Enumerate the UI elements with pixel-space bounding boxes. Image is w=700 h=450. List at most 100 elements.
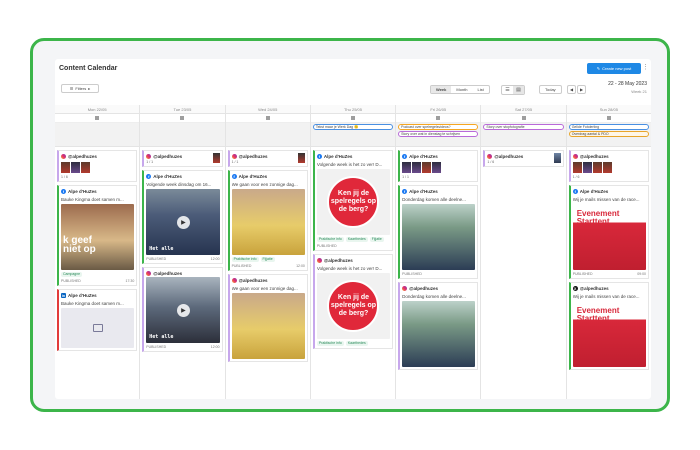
note-icon (436, 116, 441, 120)
view-month[interactable]: Month (451, 86, 472, 93)
add-note-bar[interactable] (566, 114, 651, 123)
notes-area[interactable] (225, 123, 310, 147)
post-card[interactable]: f Alpe d'HuZes Donderdag komen alle deeln… (398, 185, 479, 279)
image-icon (92, 324, 103, 332)
date-range: 22 - 28 May 2023 (608, 81, 647, 87)
post-image: Ken jij de spelregels op de berg? (316, 273, 391, 339)
add-note-bar[interactable] (225, 114, 310, 123)
note-pill[interactable]: Story over wat in dienstag te schrijven (398, 131, 479, 137)
add-note-bar[interactable] (396, 114, 481, 123)
post-card[interactable]: f Alpe d'HuZes 1 / 1 (398, 150, 479, 182)
tag: Kaarthedes (345, 237, 368, 242)
facebook-icon: f (316, 154, 322, 159)
tag: Praktische info (231, 257, 259, 262)
tag: Praktische info (316, 237, 344, 242)
post-card[interactable]: f Alpe d'HuZes Volgende week is het zo ve… (312, 150, 394, 251)
tag: Campagne (61, 272, 83, 277)
tag: Fijjatie (369, 237, 384, 242)
instagram-icon (487, 154, 493, 159)
day-header: Mon 22/05 (55, 105, 140, 114)
tag: Fijjatie (260, 257, 275, 262)
add-note-bar[interactable] (140, 114, 225, 123)
post-card[interactable]: @alpedhuzes We gaan voor een zonnige dag… (227, 274, 308, 362)
filters-button[interactable]: ☰ Filters ▸ (61, 84, 99, 93)
today-button[interactable]: Today (539, 85, 562, 94)
post-card[interactable]: @alpedhuzes 1 / 1 (142, 150, 223, 167)
post-image: Evenement Starttent (572, 301, 646, 367)
note-icon (180, 116, 185, 120)
post-image: Evenement Starttent (572, 204, 646, 270)
post-card[interactable]: @alpedhuzes Donderdag komen alle deelne.… (398, 282, 479, 370)
thumbnail-strip (61, 162, 134, 173)
instagram-icon (402, 286, 408, 291)
post-thumbnail (553, 153, 561, 163)
note-icon (265, 116, 270, 120)
layout-toggle: ☰ ▤ (501, 85, 525, 95)
day-column-fri: Fri 26/05 Podcast over spelregelsvideos?… (395, 105, 481, 399)
note-icon (521, 116, 526, 120)
post-card[interactable]: @alpedhuzes 1 / 6 (483, 150, 564, 167)
list-layout-icon[interactable]: ☰ (502, 86, 513, 94)
facebook-icon: f (402, 189, 408, 194)
post-card[interactable]: @alpedhuzes ▶ Het alle PUBLISHED 12:00 (142, 267, 223, 352)
post-video: ▶ Het alle (146, 277, 220, 343)
thumbnail-strip (402, 162, 475, 173)
create-post-button[interactable]: ✎ Create new post (587, 63, 641, 74)
thumbnail-strip (572, 162, 646, 173)
compact-layout-icon[interactable]: ▤ (513, 86, 524, 94)
post-card[interactable]: @alpedhuzes 1 / 6 (568, 150, 649, 182)
notes-area[interactable]: Podcast over spelregelsvideos? Story ove… (396, 123, 481, 147)
chevron-right-icon: ▸ (88, 86, 91, 91)
play-icon[interactable]: ▶ (176, 216, 190, 229)
note-pill[interactable]: Podcast over spelregelsvideos? (398, 124, 479, 130)
post-card[interactable]: f Alpe d'HuZes Bauke Kingma doet samen m.… (57, 185, 138, 286)
add-note-bar[interactable] (481, 114, 566, 123)
post-card[interactable]: f Alpe d'HuZes Wij je mails missen van de… (568, 185, 649, 279)
notes-area[interactable]: Gelide Fotolerling Overdrag aantal & PDO (566, 123, 651, 147)
play-icon[interactable]: ▶ (176, 304, 190, 317)
instagram-icon (231, 278, 237, 283)
day-column-mon: Mon 22/05 @alpedhuzes 1 / 6 f Alpe d'HuZe… (55, 105, 140, 399)
note-pill[interactable]: Tekst maar je Werk Dag 🙂 (312, 124, 394, 130)
post-card[interactable]: X @alpedhuzes Wij je mails missen van de … (568, 282, 649, 370)
post-image (402, 204, 476, 270)
next-week-icon[interactable]: ▶ (577, 85, 586, 94)
image-overlay-text: k geef niet op (63, 235, 96, 255)
post-card[interactable]: @alpedhuzes Volgende week is het zo ver!… (312, 254, 394, 349)
notes-area[interactable]: Tekst maar je Werk Dag 🙂 (310, 123, 396, 147)
post-card[interactable]: in Alpe d'HuZes Bauke Kingma doet samen m… (57, 289, 138, 351)
note-pill[interactable]: Gelide Fotolerling (568, 124, 649, 130)
tag: Praktische info (316, 341, 344, 346)
calendar-panel: Content Calendar ✎ Create new post ⋮ ☰ F… (55, 59, 651, 399)
notes-area[interactable] (55, 123, 140, 147)
note-pill[interactable]: Overdrag aantal & PDO (568, 131, 649, 137)
post-card[interactable]: f Alpe d'HuZes We gaan voor een zonnige d… (227, 170, 308, 271)
post-image (402, 301, 476, 367)
post-card[interactable]: f Alpe d'HuZes Volgende week dinsdag om 1… (142, 170, 223, 264)
tag: Kaarthedes (345, 341, 368, 346)
note-icon (95, 116, 100, 120)
post-card[interactable]: @alpedhuzes 1 / 6 (57, 150, 138, 182)
notes-area[interactable] (140, 123, 225, 147)
image-overlay-text: Ken jij de spelregels op de berg? (327, 176, 380, 228)
notes-area[interactable]: Story over stopfotografie (481, 123, 566, 147)
post-card[interactable]: @alpedhuzes 1 / 1 (227, 150, 308, 167)
linkedin-icon: in (61, 293, 66, 298)
facebook-icon: f (231, 174, 237, 179)
view-week[interactable]: Week (431, 86, 452, 93)
day-header: Sat 27/05 (481, 105, 566, 114)
prev-week-icon[interactable]: ◀ (567, 85, 576, 94)
view-list[interactable]: List (473, 86, 489, 93)
filter-icon: ☰ (69, 86, 74, 91)
note-pill[interactable]: Story over stopfotografie (483, 124, 564, 130)
post-image: Ken jij de spelregels op de berg? (316, 169, 391, 235)
view-toggle: Week Month List (430, 85, 490, 94)
add-note-bar[interactable] (55, 114, 140, 123)
day-column-sun: Sun 28/05 Gelide Fotolerling Overdrag aa… (565, 105, 651, 399)
more-options-icon[interactable]: ⋮ (642, 63, 649, 73)
post-image (231, 293, 305, 359)
facebook-icon: f (61, 189, 66, 194)
add-note-bar[interactable] (310, 114, 396, 123)
post-video: ▶ Het alle (146, 189, 220, 255)
x-twitter-icon: X (572, 286, 578, 291)
